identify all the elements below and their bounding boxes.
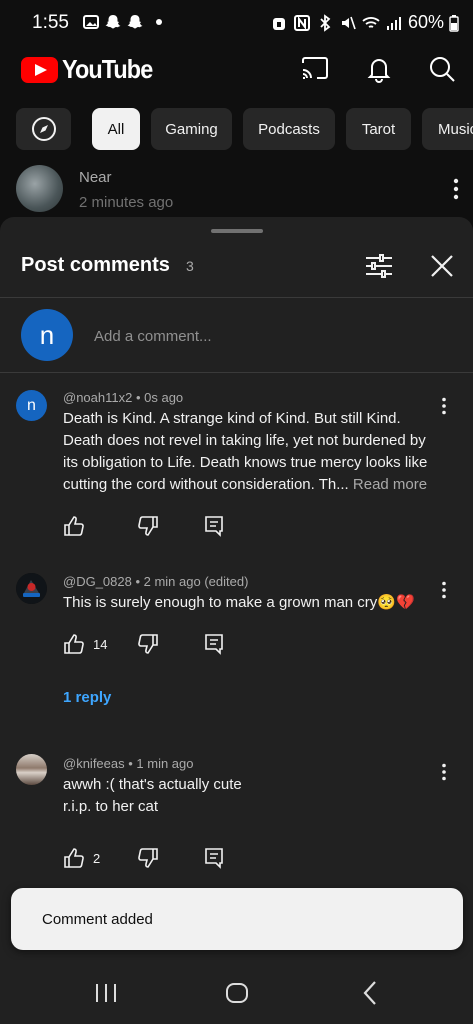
like-count: 2 <box>93 850 101 866</box>
like-button[interactable]: 14 <box>63 633 107 655</box>
comment-text[interactable]: This is surely enough to make a grown ma… <box>63 592 433 614</box>
logo-text: YouTube <box>62 54 153 84</box>
dislike-button[interactable] <box>137 633 159 655</box>
header-divider <box>0 297 473 298</box>
filter-chips: All Gaming Podcasts Tarot Music <box>0 108 473 152</box>
chip-all[interactable]: All <box>92 108 140 150</box>
thumbs-down-icon <box>138 634 158 654</box>
comment-more-icon[interactable] <box>441 581 447 599</box>
battery-percent: 60% <box>407 12 444 32</box>
dislike-button[interactable] <box>137 847 159 869</box>
comment-meta: @noah11x2 • 0s ago <box>63 390 184 405</box>
youtube-play-icon <box>21 56 58 83</box>
reply-button[interactable] <box>204 633 224 655</box>
status-time: 1:55 <box>32 12 69 33</box>
comment-text[interactable]: Death is Kind. A strange kind of Kind. B… <box>63 408 433 496</box>
bluetooth-icon <box>320 13 331 32</box>
post-author-avatar[interactable] <box>16 165 63 212</box>
wifi-icon <box>362 16 380 28</box>
reply-icon <box>205 848 223 869</box>
chip-music[interactable]: Music <box>422 108 473 150</box>
avatar-logo-icon <box>16 573 47 604</box>
snapchat-icon <box>105 15 121 29</box>
back-icon[interactable] <box>356 978 386 1008</box>
close-icon[interactable] <box>428 252 456 280</box>
reply-icon <box>205 634 223 655</box>
snackbar-message: Comment added <box>42 911 153 928</box>
alarm-icon <box>272 17 285 30</box>
youtube-logo[interactable]: YouTube <box>21 54 162 85</box>
commenter-avatar[interactable] <box>16 754 47 785</box>
commenter-avatar[interactable]: n <box>16 390 47 421</box>
comment-more-icon[interactable] <box>441 397 447 415</box>
post-more-icon[interactable] <box>453 178 459 200</box>
thumbs-down-icon <box>138 516 158 536</box>
sort-filter-icon[interactable] <box>364 252 394 280</box>
comment-meta: @knifeeas • 1 min ago <box>63 756 194 771</box>
compass-icon <box>31 117 56 141</box>
notification-icons <box>82 13 162 31</box>
thumbs-down-icon <box>138 848 158 868</box>
dislike-button[interactable] <box>137 515 159 537</box>
chip-podcasts[interactable]: Podcasts <box>243 108 335 150</box>
reply-icon <box>205 516 223 537</box>
reply-button[interactable] <box>204 515 224 537</box>
comment-count: 3 <box>186 258 194 274</box>
drag-handle[interactable] <box>211 229 263 233</box>
system-icons: 60% <box>270 12 459 33</box>
input-divider <box>0 372 473 373</box>
cast-icon[interactable] <box>300 54 330 84</box>
signal-icon <box>386 16 401 30</box>
comment-meta: @DG_0828 • 2 min ago (edited) <box>63 574 249 589</box>
like-count: 14 <box>93 636 108 652</box>
thumbs-up-icon <box>64 634 84 654</box>
comment-more-icon[interactable] <box>441 763 447 781</box>
nfc-icon <box>293 14 310 31</box>
thumbs-up-icon <box>64 516 84 536</box>
comment-text-line2[interactable]: r.i.p. to her cat <box>63 796 433 818</box>
chip-tarot[interactable]: Tarot <box>346 108 411 150</box>
thumbs-up-icon <box>64 848 84 868</box>
notifications-bell-icon[interactable] <box>364 54 394 84</box>
sheet-title: Post comments <box>21 254 170 276</box>
view-replies-link[interactable]: 1 reply <box>63 689 111 706</box>
community-post-header: Near 2 minutes ago <box>0 160 473 220</box>
like-button[interactable]: 2 <box>63 847 100 869</box>
home-icon[interactable] <box>222 978 252 1008</box>
add-comment-input[interactable] <box>94 324 434 348</box>
gallery-icon <box>83 15 99 29</box>
status-bar: 1:55 60% <box>0 0 473 46</box>
mute-icon <box>341 16 356 29</box>
snackbar: Comment added <box>11 888 463 950</box>
battery-icon <box>449 14 459 32</box>
commenter-avatar[interactable] <box>16 573 47 604</box>
snapchat-icon <box>127 15 143 29</box>
like-button[interactable] <box>63 515 85 537</box>
post-author-name[interactable]: Near <box>79 169 112 186</box>
more-notifications-dot <box>156 19 162 25</box>
reply-button[interactable] <box>204 847 224 869</box>
read-more-link[interactable]: Read more <box>353 476 427 493</box>
explore-chip[interactable] <box>16 108 71 150</box>
search-icon[interactable] <box>427 54 457 84</box>
recent-apps-icon[interactable] <box>91 978 121 1008</box>
current-user-avatar: n <box>21 309 73 361</box>
chip-gaming[interactable]: Gaming <box>151 108 232 150</box>
post-time: 2 minutes ago <box>79 194 174 211</box>
system-nav-bar <box>0 960 473 1024</box>
comment-text[interactable]: awwh :( that's actually cute <box>63 774 433 796</box>
app-header: YouTube <box>0 46 473 98</box>
